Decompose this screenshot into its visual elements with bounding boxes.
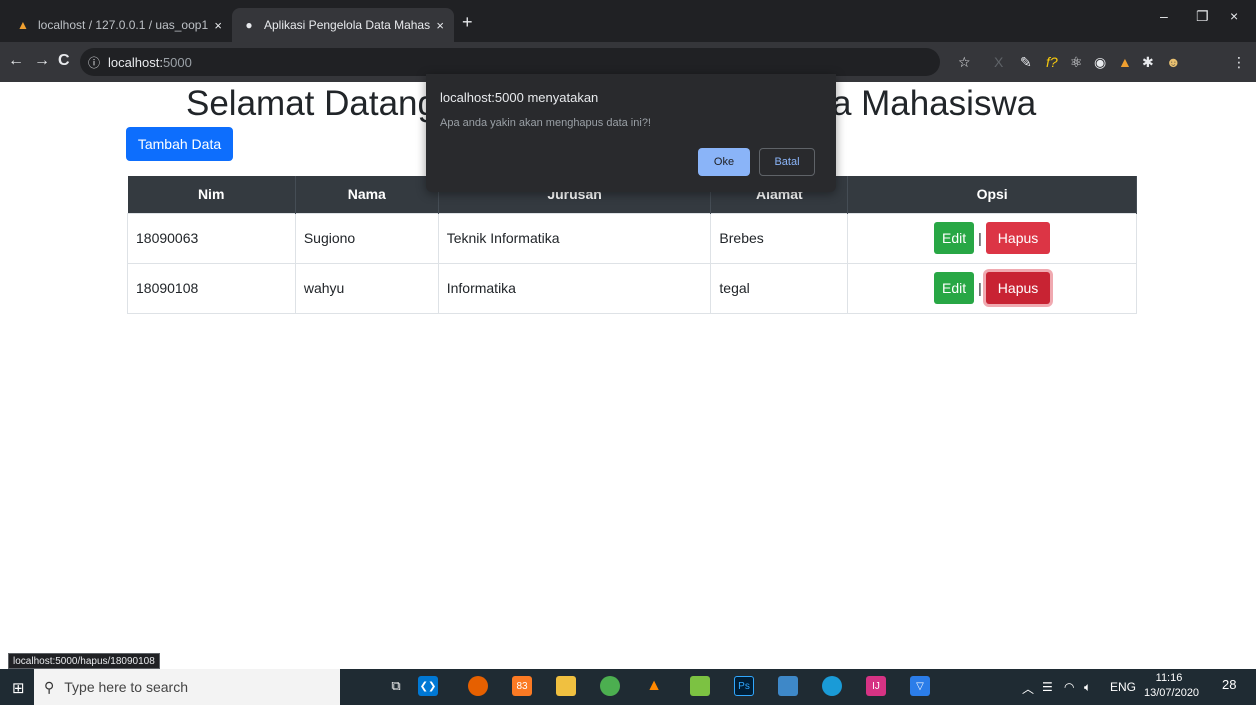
student-table: Nim Nama Jurusan Alamat Opsi 18090063 Su… xyxy=(127,176,1137,314)
add-data-button[interactable]: Tambah Data xyxy=(126,127,233,161)
cell-nim: 18090063 xyxy=(127,212,296,264)
search-icon: ⚲ xyxy=(44,678,55,695)
vscode-icon[interactable]: ❮❯ xyxy=(418,676,438,696)
edit-button[interactable]: Edit xyxy=(934,222,975,254)
confirm-dialog: localhost:5000 menyatakan Apa anda yakin… xyxy=(426,74,836,192)
globe-icon: ● xyxy=(245,18,253,32)
tab-title: localhost / 127.0.0.1 / uas_oop1 / xyxy=(38,18,209,32)
extension-pen-icon[interactable]: ✎ xyxy=(1020,54,1032,71)
tab-aplikasi[interactable]: ● Aplikasi Pengelola Data Mahasisw × xyxy=(232,8,454,42)
cell-jurusan: Teknik Informatika xyxy=(437,212,712,264)
extension-react-icon[interactable]: ⚛ xyxy=(1070,54,1083,71)
file-explorer-icon[interactable] xyxy=(556,676,576,696)
extension-record-icon[interactable]: ◉ xyxy=(1094,54,1106,71)
notification-count[interactable]: 28 xyxy=(1222,677,1236,692)
dialog-cancel-button[interactable]: Batal xyxy=(759,148,815,176)
cell-nama: Sugiono xyxy=(294,212,439,264)
edge-icon[interactable] xyxy=(822,676,842,696)
clock-date: 13/07/2020 xyxy=(1144,687,1200,699)
profile-avatar-icon[interactable]: ☻ xyxy=(1166,54,1181,70)
url-port: 5000 xyxy=(162,54,192,70)
app-icon[interactable]: ▽ xyxy=(910,676,930,696)
cell-nim: 18090108 xyxy=(127,262,296,314)
separator: | xyxy=(978,230,982,246)
cell-opsi: Edit | Hapus xyxy=(847,212,1137,264)
forward-button[interactable]: → xyxy=(34,52,50,70)
windows-start-icon[interactable]: ⊞ xyxy=(12,679,25,697)
header-opsi: Opsi xyxy=(847,176,1137,213)
new-tab-button[interactable]: + xyxy=(462,12,473,33)
bookmark-star-icon[interactable]: ☆ xyxy=(958,54,971,71)
minimize-button[interactable]: – xyxy=(1160,8,1168,24)
header-nama: Nama xyxy=(295,176,439,213)
cell-jurusan: Informatika xyxy=(437,262,712,314)
cell-alamat: Brebes xyxy=(710,212,849,264)
chrome-icon[interactable] xyxy=(600,676,620,696)
menu-kebab-icon[interactable]: ⋮ xyxy=(1232,54,1246,71)
wifi-icon[interactable]: ◠ xyxy=(1064,680,1074,694)
browser-tab-bar: ▲ localhost / 127.0.0.1 / uas_oop1 / × ●… xyxy=(0,0,1256,42)
header-nim: Nim xyxy=(127,176,296,213)
reload-button[interactable]: C xyxy=(58,52,70,70)
clock-time: 11:16 xyxy=(1155,672,1183,684)
language-indicator[interactable]: ENG xyxy=(1110,680,1136,694)
extensions-puzzle-icon[interactable]: ✱ xyxy=(1142,54,1154,71)
status-url: localhost:5000/hapus/18090108 xyxy=(8,653,160,669)
dialog-ok-button[interactable]: Oke xyxy=(698,148,750,176)
delete-button[interactable]: Hapus xyxy=(985,222,1051,254)
back-button[interactable]: ← xyxy=(8,52,24,70)
volume-icon[interactable]: 🔈︎ xyxy=(1084,680,1091,695)
chevron-up-icon[interactable]: ︿ xyxy=(1022,680,1034,697)
edit-button[interactable]: Edit xyxy=(934,272,975,304)
delete-button[interactable]: Hapus xyxy=(985,272,1051,304)
phpmyadmin-icon: ▲ xyxy=(17,18,29,32)
tab-title: Aplikasi Pengelola Data Mahasisw xyxy=(264,18,431,32)
table-row: 18090063 Sugiono Teknik Informatika Breb… xyxy=(127,212,1137,264)
dialog-message: Apa anda yakin akan menghapus data ini?! xyxy=(440,117,651,129)
separator: | xyxy=(978,280,982,296)
cell-opsi: Edit | Hapus xyxy=(847,262,1137,314)
extension-font-icon[interactable]: f? xyxy=(1046,54,1058,70)
search-placeholder: Type here to search xyxy=(64,679,189,695)
tab-phpmyadmin[interactable]: ▲ localhost / 127.0.0.1 / uas_oop1 / × xyxy=(6,8,232,42)
extension-xampp-icon[interactable]: ▲ xyxy=(1118,54,1132,70)
close-tab-icon[interactable]: × xyxy=(214,18,222,33)
table-row: 18090108 wahyu Informatika tegal Edit | Ha… xyxy=(127,262,1137,314)
maximize-button[interactable]: ❐ xyxy=(1196,8,1209,25)
address-bar[interactable]: ⓘ localhost: 5000 xyxy=(80,48,940,76)
taskbar-search[interactable]: ⚲ Type here to search xyxy=(34,669,340,705)
cell-alamat: tegal xyxy=(710,262,849,314)
cell-nama: wahyu xyxy=(294,262,439,314)
close-tab-icon[interactable]: × xyxy=(436,18,444,33)
windows-taskbar: ⊞ ⚲ Type here to search ⧉ ❮❯ 83 ▲ Ps IJ … xyxy=(0,669,1256,705)
url-host: localhost: xyxy=(108,54,163,70)
intellij-icon[interactable]: IJ xyxy=(866,676,886,696)
photoshop-icon[interactable]: Ps xyxy=(734,676,754,696)
xampp-icon[interactable]: 83 xyxy=(512,676,532,696)
app-icon[interactable] xyxy=(778,676,798,696)
clock[interactable]: 11:16 13/07/2020 xyxy=(1144,671,1200,701)
firefox-icon[interactable] xyxy=(468,676,488,696)
info-icon[interactable]: ⓘ xyxy=(88,54,100,71)
nodejs-icon[interactable] xyxy=(690,676,710,696)
close-window-button[interactable]: × xyxy=(1230,8,1238,24)
extension-x-icon[interactable]: X xyxy=(994,54,1003,70)
dialog-title: localhost:5000 menyatakan xyxy=(440,90,599,105)
task-view-icon[interactable]: ⧉ xyxy=(386,676,406,696)
network-icon[interactable]: ☰ xyxy=(1042,680,1053,694)
vlc-icon[interactable]: ▲ xyxy=(644,676,664,696)
